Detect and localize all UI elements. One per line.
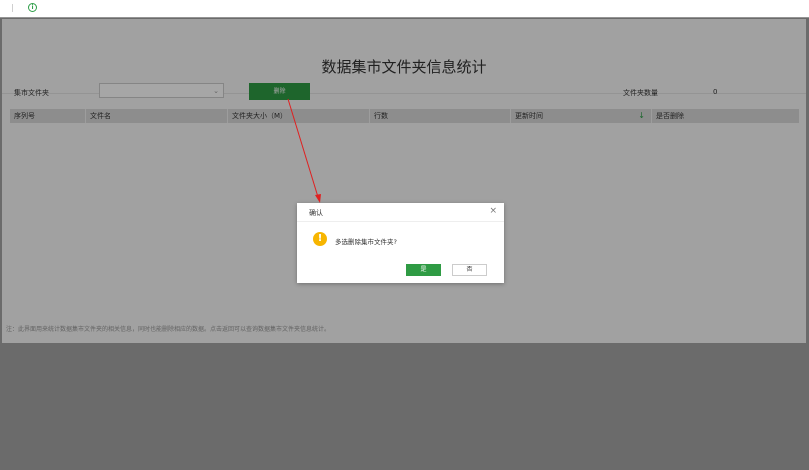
annotation-arrow [287,98,321,203]
annotation-arrow-head [315,194,321,203]
annotation-arrow-line [287,98,319,198]
